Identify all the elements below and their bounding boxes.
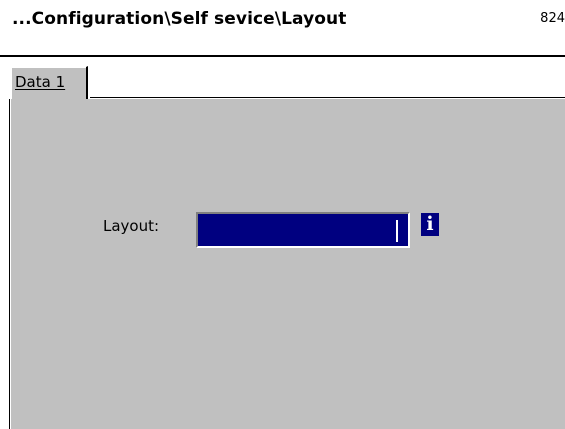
tab-strip: Data 1 (0, 57, 565, 99)
tab-strip-divider (90, 97, 565, 98)
header: ...Configuration\Self sevice\Layout 824 (0, 0, 565, 55)
tab-data-1-label: Data 1 (15, 73, 66, 91)
content-panel (10, 99, 565, 429)
info-icon[interactable]: i (421, 213, 439, 236)
tab-data-1[interactable]: Data 1 (10, 66, 88, 99)
breadcrumb: ...Configuration\Self sevice\Layout (12, 9, 347, 29)
layout-input[interactable] (196, 212, 410, 248)
text-caret (396, 220, 398, 242)
screen: ...Configuration\Self sevice\Layout 824 … (0, 0, 565, 429)
layout-label: Layout: (103, 217, 160, 235)
screen-id: 824 (540, 11, 565, 26)
